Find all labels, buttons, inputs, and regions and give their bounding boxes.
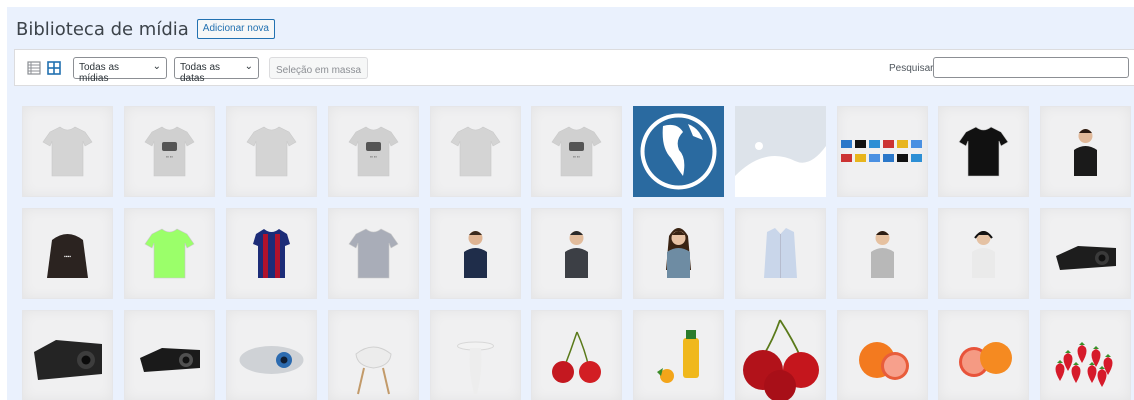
media-item[interactable] — [226, 208, 317, 299]
media-item[interactable] — [22, 106, 113, 197]
media-item[interactable] — [938, 310, 1029, 400]
chevron-down-icon: ⌄ — [152, 61, 161, 72]
media-thumbnail-tshirt-gray-print: ▪▪ ▪▪ — [144, 126, 195, 177]
date-filter-value: Todas as datas — [180, 62, 221, 84]
media-thumbnail-man-dark-tee — [565, 231, 588, 278]
media-thumbnail-man-headphones — [972, 231, 995, 278]
media-item[interactable]: ▪▪ ▪▪ — [124, 106, 215, 197]
media-item[interactable] — [735, 106, 826, 197]
media-thumbnail-woman-arms-crossed — [871, 231, 894, 278]
bulk-select-button[interactable]: Seleção em massa — [269, 57, 369, 79]
media-thumbnail-projector-silver — [239, 346, 304, 374]
svg-text:▪▪▪▪: ▪▪▪▪ — [64, 254, 71, 260]
media-item[interactable] — [1040, 106, 1131, 197]
media-thumbnail-projector-dark — [140, 348, 200, 372]
media-item[interactable] — [430, 208, 521, 299]
media-item[interactable] — [1040, 310, 1131, 400]
media-thumbnail-jersey-stripes — [253, 229, 290, 278]
search-input[interactable] — [933, 57, 1129, 78]
media-thumbnail-tshirt-gray — [42, 126, 93, 177]
media-item[interactable] — [430, 310, 521, 400]
svg-text:▪▪ ▪▪: ▪▪ ▪▪ — [166, 154, 173, 159]
media-item[interactable] — [837, 310, 928, 400]
media-item[interactable] — [226, 310, 317, 400]
date-filter[interactable]: Todas as datas ⌄ — [174, 57, 259, 84]
media-thumbnail-logos-strip — [841, 140, 922, 162]
media-thumbnail-table-white — [457, 341, 494, 394]
media-thumbnail-tshirt-gray-print: ▪▪ ▪▪ — [551, 126, 602, 177]
media-item[interactable] — [328, 208, 419, 299]
media-toolbar: Todas as mídias ⌄ Todas as datas ⌄ Seleç… — [14, 49, 1134, 86]
media-type-filter-value: Todas as mídias — [79, 62, 120, 84]
page-header: Biblioteca de mídia Adicionar nova — [16, 16, 275, 42]
media-thumbnail-woman-long-hair — [666, 228, 691, 278]
media-thumbnail-tshirt-gray — [246, 126, 297, 177]
media-thumbnail-tshirt-gray — [450, 126, 501, 177]
media-item[interactable]: ▪▪ ▪▪ — [328, 106, 419, 197]
media-thumbnail-cherries-large — [743, 319, 819, 400]
media-thumbnail-hoodie-black: ▪▪▪▪ — [47, 234, 88, 278]
media-item[interactable] — [22, 310, 113, 400]
media-thumbnail-shirt-light-blue — [764, 228, 797, 278]
svg-text:▪▪ ▪▪: ▪▪ ▪▪ — [370, 154, 377, 159]
media-item[interactable] — [633, 310, 724, 400]
media-thumbnail-tshirt-gray-plain — [348, 228, 399, 279]
media-thumbnail-man-navy-tee — [464, 231, 487, 278]
media-item[interactable] — [328, 310, 419, 400]
media-type-filter[interactable]: Todas as mídias ⌄ — [73, 57, 167, 84]
media-thumbnail-tshirt-gray-print: ▪▪ ▪▪ — [348, 126, 399, 177]
media-thumbnail-grapefruit-halves — [959, 342, 1012, 377]
svg-text:▪▪ ▪▪: ▪▪ ▪▪ — [573, 154, 580, 159]
media-item[interactable] — [735, 310, 826, 400]
media-item[interactable] — [430, 106, 521, 197]
media-item[interactable] — [226, 106, 317, 197]
media-item[interactable] — [938, 106, 1029, 197]
media-thumbnail-projector-large — [34, 340, 102, 380]
grid-view-icon[interactable] — [47, 61, 61, 75]
media-item[interactable] — [837, 208, 928, 299]
media-item[interactable] — [633, 106, 724, 197]
media-thumbnail-globe — [633, 106, 724, 197]
list-view-icon[interactable] — [27, 61, 41, 75]
media-thumbnail-projector-black — [1056, 246, 1116, 270]
page-title: Biblioteca de mídia — [16, 18, 189, 40]
media-thumbnail-placeholder — [735, 106, 826, 197]
media-item[interactable] — [633, 208, 724, 299]
media-item[interactable] — [124, 208, 215, 299]
media-item[interactable] — [531, 208, 622, 299]
add-new-button[interactable]: Adicionar nova — [196, 19, 275, 39]
chevron-down-icon: ⌄ — [244, 61, 253, 72]
media-thumbnail-cherries — [552, 331, 601, 383]
media-thumbnail-polo-green — [144, 228, 195, 279]
media-item[interactable] — [837, 106, 928, 197]
search-label: Pesquisar — [889, 63, 934, 74]
media-thumbnail-chair-white — [355, 346, 392, 395]
media-item[interactable]: ▪▪ ▪▪ — [531, 106, 622, 197]
media-thumbnail-juice-bottle — [657, 330, 699, 383]
media-thumbnail-strawberries — [1055, 342, 1113, 387]
media-item[interactable]: ▪▪▪▪ — [22, 208, 113, 299]
media-item[interactable] — [1040, 208, 1131, 299]
media-item[interactable] — [735, 208, 826, 299]
media-item[interactable] — [938, 208, 1029, 299]
media-thumbnail-tshirt-black — [958, 126, 1009, 177]
media-item[interactable] — [124, 310, 215, 400]
media-item[interactable] — [531, 310, 622, 400]
media-thumbnail-grapefruit — [859, 342, 909, 380]
media-thumbnail-woman-jacket — [1074, 129, 1097, 176]
